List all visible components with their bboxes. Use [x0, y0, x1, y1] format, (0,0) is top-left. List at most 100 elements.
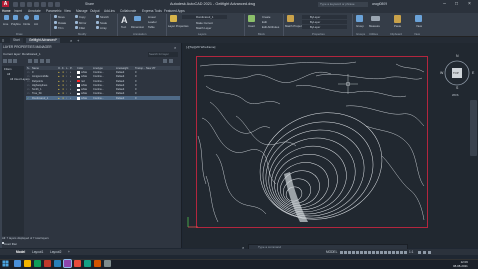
layer-search-input[interactable]: Search for layer	[148, 51, 178, 57]
group-button[interactable]: Group	[356, 24, 364, 28]
layer-transparency[interactable]: 0	[135, 80, 136, 83]
taskbar-app-icon[interactable]	[54, 260, 61, 267]
taskbar-app-icon[interactable]	[104, 260, 111, 267]
ribbon-tab-annotate[interactable]: Annotate	[28, 9, 41, 13]
viewport-controls[interactable]: [-][Top][2D Wireframe]	[186, 45, 215, 49]
status-bar-icon[interactable]	[364, 250, 367, 254]
search-input[interactable]: Type a keyword or phrase	[318, 1, 368, 7]
layer-plot-icon[interactable]: ▪	[70, 80, 71, 83]
status-bar-icon[interactable]	[404, 250, 407, 254]
match-properties-icon[interactable]	[287, 15, 294, 22]
tab-add-layout[interactable]: +	[68, 250, 70, 254]
taskbar-app-icon[interactable]	[14, 260, 21, 267]
layer-color-swatch[interactable]	[77, 79, 80, 83]
make-current-button[interactable]: Make Current	[196, 21, 213, 25]
close-tab-icon[interactable]: ×	[70, 38, 72, 43]
arc-icon[interactable]	[34, 15, 39, 20]
mirror-icon[interactable]	[75, 20, 78, 24]
edit-block-button[interactable]: Edit	[262, 20, 267, 24]
annotation-monitor-icon[interactable]	[423, 250, 426, 254]
layer-freeze-icon[interactable]: ☀	[62, 88, 64, 91]
redo-icon[interactable]	[55, 1, 60, 7]
copy-button[interactable]: Copy	[79, 15, 86, 19]
settings-icon[interactable]	[169, 59, 173, 63]
layer-color-swatch[interactable]	[77, 97, 80, 100]
new-group-filter-icon[interactable]	[8, 59, 12, 63]
ribbon-tab-view[interactable]: View	[64, 9, 71, 13]
dimension-button[interactable]: Dimension	[131, 25, 144, 29]
status-bar-icon[interactable]	[400, 250, 403, 254]
layer-lineweight[interactable]: Default	[116, 84, 124, 87]
arc-button[interactable]: Arc	[34, 22, 38, 26]
layer-freeze-icon[interactable]: ☀	[62, 71, 64, 74]
layer-color[interactable]: white	[81, 97, 87, 100]
new-layer-icon[interactable]	[28, 59, 32, 63]
column-header-0[interactable]: S..	[27, 67, 30, 70]
layer-plot-icon[interactable]: ▪	[70, 71, 71, 74]
panel-title-modify[interactable]: Modify	[78, 32, 86, 36]
status-bar-icon[interactable]	[352, 250, 355, 254]
layer-transparency[interactable]: 0	[135, 97, 136, 100]
layer-transparency[interactable]: 0	[135, 92, 136, 95]
column-header-3[interactable]: F..	[62, 67, 65, 70]
panel-title-clipboard[interactable]: Clipboard	[390, 32, 402, 36]
taskbar-app-icon[interactable]	[94, 260, 101, 267]
tab-layout1[interactable]: Layout1	[32, 250, 43, 254]
ribbon-tab-parametric[interactable]: Parametric	[46, 9, 61, 13]
array-icon[interactable]	[96, 26, 99, 29]
column-header-10[interactable]: New VP	[146, 67, 155, 70]
layer-lock-icon[interactable]: ▫	[66, 80, 67, 83]
layer-linetype[interactable]: Continu...	[93, 92, 104, 95]
workspace-icon[interactable]	[418, 250, 421, 254]
taskbar-app-icon[interactable]	[84, 260, 91, 267]
status-scale[interactable]: 1:1	[409, 250, 413, 254]
layer-freeze-icon[interactable]: ☀	[62, 97, 64, 100]
layer-lock-icon[interactable]: ▫	[66, 92, 67, 95]
layer-color[interactable]: white	[81, 88, 87, 91]
move-icon[interactable]	[54, 15, 57, 18]
layer-color[interactable]: red	[81, 80, 85, 83]
new-file-icon[interactable]	[13, 1, 18, 7]
layer-plot-icon[interactable]: ▪	[70, 84, 71, 87]
palette-close-icon[interactable]: ×	[174, 45, 176, 50]
insert-block-icon[interactable]	[248, 15, 255, 22]
tree-item-all[interactable]: All	[7, 72, 10, 76]
panel-title-view[interactable]: View	[414, 32, 420, 36]
layer-on-icon[interactable]: ●	[58, 75, 60, 78]
group-icon[interactable]	[356, 15, 363, 22]
paste-button[interactable]: Paste	[394, 24, 401, 28]
layer-on-icon[interactable]: ●	[58, 92, 60, 95]
stretch-icon[interactable]	[96, 15, 99, 18]
share-button[interactable]: Share	[85, 2, 94, 6]
text-button[interactable]: Text	[121, 25, 126, 29]
layer-color-swatch[interactable]	[77, 84, 80, 87]
close-icon[interactable]: ×	[465, 1, 474, 7]
navigation-bar[interactable]	[470, 100, 477, 156]
status-bar-icon[interactable]	[372, 250, 375, 254]
status-bar-icon[interactable]	[344, 250, 347, 254]
layer-freeze-icon[interactable]: ☀	[62, 92, 64, 95]
layer-on-icon[interactable]: ●	[58, 88, 60, 91]
new-layer-vp-frozen-icon[interactable]	[34, 59, 38, 63]
status-bar-icon[interactable]	[368, 250, 371, 254]
menu-icon[interactable]: ≡	[2, 38, 8, 43]
layer-transparency[interactable]: 0	[135, 71, 136, 74]
circle-button[interactable]: Circle	[23, 22, 30, 26]
layer-lineweight[interactable]: Default	[116, 92, 124, 95]
linetype-dropdown[interactable]	[302, 25, 347, 29]
column-header-7[interactable]: Linetype	[93, 67, 103, 70]
column-header-8[interactable]: Lineweight	[116, 67, 128, 70]
color-dropdown[interactable]	[302, 15, 347, 19]
layer-lock-icon[interactable]: ▫	[66, 75, 67, 78]
windows-start-icon[interactable]	[2, 260, 9, 267]
edit-attributes-button[interactable]: Edit Attributes	[262, 25, 279, 29]
panel-title-layers[interactable]: Layers	[198, 32, 206, 36]
status-bar-icon[interactable]	[340, 250, 343, 254]
open-file-icon[interactable]	[20, 1, 25, 7]
layer-linetype[interactable]: Continu...	[93, 75, 104, 78]
ribbon-tab-output[interactable]: Output	[90, 9, 100, 13]
tab-layout2[interactable]: Layout2	[50, 250, 61, 254]
layer-lineweight[interactable]: Default	[116, 97, 124, 100]
new-property-filter-icon[interactable]	[3, 59, 7, 63]
set-current-icon[interactable]	[46, 59, 50, 63]
